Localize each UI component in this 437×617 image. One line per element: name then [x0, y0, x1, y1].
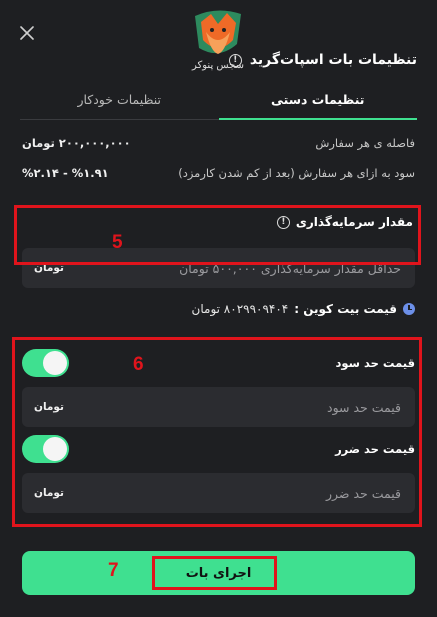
- profit-per-order-row: سود به ازای هر سفارش (بعد از کم شدن کارم…: [22, 166, 415, 180]
- tab-manual-settings[interactable]: تنظیمات دستی: [218, 86, 418, 120]
- investment-label: مقدار سرمایه‌گذاری: [295, 215, 413, 229]
- close-button[interactable]: [16, 22, 38, 44]
- bitcoin-price-row: قیمت بیت کوین : ۸۰۲۹۹۰۹۴۰۴ تومان: [192, 302, 415, 316]
- take-profit-unit: تومان: [34, 401, 64, 413]
- bitcoin-price-label: قیمت بیت کوین :: [294, 302, 397, 316]
- dialog-header: تنظیمات بات اسپات‌گرید !: [228, 52, 417, 68]
- annotation-number-7: 7: [108, 560, 119, 581]
- profit-per-order-label: سود به ازای هر سفارش (بعد از کم شدن کارم…: [178, 166, 415, 180]
- stop-loss-unit: تومان: [34, 487, 64, 499]
- close-icon: [20, 26, 34, 40]
- brand-logo: سجس پنوکر: [178, 4, 258, 80]
- toggle-knob: [43, 437, 67, 461]
- spot-grid-bot-settings-dialog: سجس پنوکر تنظیمات بات اسپات‌گرید ! تنظیم…: [0, 0, 437, 617]
- investment-unit: تومان: [34, 262, 64, 274]
- take-profit-field: تومان: [22, 387, 415, 427]
- stop-loss-label: قیمت حد ضرر: [335, 442, 415, 456]
- investment-input[interactable]: [71, 260, 401, 276]
- investment-section-title: مقدار سرمایه‌گذاری !: [276, 215, 413, 229]
- stop-loss-input[interactable]: [71, 485, 401, 501]
- investment-info-icon[interactable]: !: [276, 215, 290, 229]
- clock-icon: [403, 303, 415, 315]
- annotation-number-5: 5: [112, 232, 123, 253]
- order-gap-value: ۲۰۰,۰۰۰,۰۰۰ تومان: [22, 136, 131, 150]
- tabs: تنظیمات دستی تنظیمات خودکار: [20, 86, 417, 120]
- toggle-knob: [43, 351, 67, 375]
- take-profit-row: قیمت حد سود: [22, 348, 415, 378]
- bitcoin-price-value: ۸۰۲۹۹۰۹۴۰۴ تومان: [191, 302, 289, 316]
- dialog-title: تنظیمات بات اسپات‌گرید: [249, 52, 417, 68]
- order-gap-row: فاصله ی هر سفارش ۲۰۰,۰۰۰,۰۰۰ تومان: [22, 136, 415, 150]
- profit-per-order-value: %۱.۹۱ - %۲.۱۴: [22, 166, 109, 180]
- order-gap-label: فاصله ی هر سفارش: [315, 136, 415, 150]
- stop-loss-field: تومان: [22, 473, 415, 513]
- info-icon[interactable]: !: [228, 53, 242, 67]
- take-profit-toggle[interactable]: [22, 349, 69, 377]
- annotation-number-6: 6: [133, 354, 144, 375]
- take-profit-input[interactable]: [71, 399, 401, 415]
- investment-field: تومان: [22, 248, 415, 288]
- run-bot-button[interactable]: اجرای بات: [22, 551, 415, 595]
- tab-auto-settings[interactable]: تنظیمات خودکار: [20, 86, 219, 119]
- stop-loss-row: قیمت حد ضرر: [22, 434, 415, 464]
- take-profit-label: قیمت حد سود: [335, 356, 415, 370]
- stop-loss-toggle[interactable]: [22, 435, 69, 463]
